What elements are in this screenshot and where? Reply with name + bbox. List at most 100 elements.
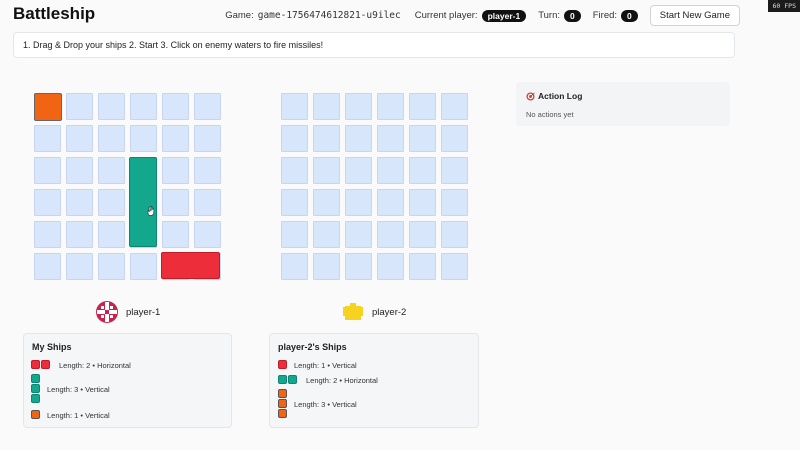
my-ship-2-label: Length: 3 • Vertical (47, 385, 110, 394)
enemy-board-cell-4-0[interactable] (281, 221, 308, 248)
enemy-board-cell-1-2[interactable] (345, 125, 372, 152)
enemy-board-cell-4-5[interactable] (441, 221, 468, 248)
enemy-board-cell-5-0[interactable] (281, 253, 308, 280)
enemy-board-cell-2-5[interactable] (441, 157, 468, 184)
player-board-cell-2-0[interactable] (34, 157, 61, 184)
enemy-board-cell-3-0[interactable] (281, 189, 308, 216)
player-board-cell-1-1[interactable] (66, 125, 93, 152)
enemy-board-cell-4-1[interactable] (313, 221, 340, 248)
player-board-cell-4-2[interactable] (98, 221, 125, 248)
enemy-board-cell-2-0[interactable] (281, 157, 308, 184)
enemy-board-cell-3-2[interactable] (345, 189, 372, 216)
app-title: Battleship (13, 4, 96, 23)
my-ship-1-label: Length: 2 • Horizontal (59, 361, 131, 370)
enemy-ship-3-label: Length: 3 • Vertical (294, 400, 357, 409)
enemy-board-cell-3-1[interactable] (313, 189, 340, 216)
game-label: Game: (225, 10, 254, 21)
action-log-title: Action Log (526, 91, 720, 101)
enemy-board-cell-5-3[interactable] (377, 253, 404, 280)
turn-badge: 0 (564, 9, 581, 22)
enemy-ships-title: player-2's Ships (278, 342, 347, 352)
start-new-game-button[interactable]: Start New Game (649, 5, 740, 26)
placed-ship-length-1[interactable] (34, 93, 62, 121)
my-ship-3-label: Length: 1 • Vertical (47, 411, 110, 420)
player-board-cell-0-4[interactable] (162, 93, 189, 120)
enemy-board-cell-1-4[interactable] (409, 125, 436, 152)
my-ships-title: My Ships (32, 342, 72, 352)
player-board-cell-1-5[interactable] (194, 125, 221, 152)
player-board-cell-5-2[interactable] (98, 253, 125, 280)
player-board-cell-5-0[interactable] (34, 253, 61, 280)
enemy-board-cell-3-3[interactable] (377, 189, 404, 216)
player-board-cell-3-1[interactable] (66, 189, 93, 216)
player-board-cell-2-2[interactable] (98, 157, 125, 184)
my-ships-panel: My Ships Length: 2 • Horizontal Length: … (23, 333, 232, 428)
target-icon (526, 91, 535, 101)
enemy-board-cell-0-0[interactable] (281, 93, 308, 120)
player-board-cell-1-0[interactable] (34, 125, 61, 152)
enemy-board-cell-1-3[interactable] (377, 125, 404, 152)
player-board-cell-0-1[interactable] (66, 93, 93, 120)
game-id: game-1756474612821-u9ilec (257, 10, 401, 21)
grab-hand-icon (147, 206, 155, 219)
player-board-cell-0-2[interactable] (98, 93, 125, 120)
enemy-board-cell-1-5[interactable] (441, 125, 468, 152)
player-board-cell-4-5[interactable] (194, 221, 221, 248)
player-board-cell-4-1[interactable] (66, 221, 93, 248)
enemy-board-cell-1-0[interactable] (281, 125, 308, 152)
player-board-cell-5-3[interactable] (130, 253, 157, 280)
enemy-board-cell-0-5[interactable] (441, 93, 468, 120)
player-1-label: player-1 (95, 300, 160, 324)
fps-counter: 60 FPS (767, 0, 800, 12)
game-meta: Game: game-1756474612821-u9ilec Current … (225, 5, 740, 26)
enemy-board-cell-1-1[interactable] (313, 125, 340, 152)
player-board-cell-3-2[interactable] (98, 189, 125, 216)
player-board-cell-1-4[interactable] (162, 125, 189, 152)
enemy-ship-2-label: Length: 2 • Horizontal (306, 376, 378, 385)
enemy-board-cell-0-1[interactable] (313, 93, 340, 120)
enemy-board-cell-4-3[interactable] (377, 221, 404, 248)
fired-label: Fired: (592, 10, 618, 21)
enemy-board-cell-5-2[interactable] (345, 253, 372, 280)
player-board-cell-4-0[interactable] (34, 221, 61, 248)
player-board-cell-1-3[interactable] (130, 125, 157, 152)
enemy-board-cell-0-4[interactable] (409, 93, 436, 120)
enemy-board-cell-3-4[interactable] (409, 189, 436, 216)
player-board-cell-3-0[interactable] (34, 189, 61, 216)
header: Battleship Game: game-1756474612821-u9il… (0, 0, 800, 26)
pixel-cross-avatar-icon (96, 301, 118, 323)
enemy-board-cell-2-4[interactable] (409, 157, 436, 184)
enemy-board-cell-4-4[interactable] (409, 221, 436, 248)
enemy-board[interactable] (281, 93, 468, 280)
player-board-cell-0-5[interactable] (194, 93, 221, 120)
enemy-board-cell-0-3[interactable] (377, 93, 404, 120)
player-board-cell-2-1[interactable] (66, 157, 93, 184)
action-log-panel: Action Log No actions yet (516, 82, 730, 126)
enemy-board-cell-2-1[interactable] (313, 157, 340, 184)
action-log-empty: No actions yet (526, 110, 574, 119)
current-player-badge: player-1 (481, 9, 527, 22)
player-board-cell-3-4[interactable] (162, 189, 189, 216)
player-board-cell-3-5[interactable] (194, 189, 221, 216)
enemy-board-cell-4-2[interactable] (345, 221, 372, 248)
enemy-board-cell-2-2[interactable] (345, 157, 372, 184)
enemy-board-cell-5-4[interactable] (409, 253, 436, 280)
enemy-board-cell-5-1[interactable] (313, 253, 340, 280)
player-2-label: player-2 (341, 300, 406, 324)
enemy-board-cell-0-2[interactable] (345, 93, 372, 120)
enemy-board-cell-2-3[interactable] (377, 157, 404, 184)
player-board-cell-0-3[interactable] (130, 93, 157, 120)
enemy-ships-panel: player-2's Ships Length: 1 • Vertical Le… (269, 333, 479, 428)
player-board-cell-2-5[interactable] (194, 157, 221, 184)
player-board-cell-5-1[interactable] (66, 253, 93, 280)
instructions-bar: 1. Drag & Drop your ships 2. Start 3. Cl… (13, 32, 735, 58)
enemy-board-cell-3-5[interactable] (441, 189, 468, 216)
player-2-name: player-2 (372, 306, 407, 318)
placed-ship-length-2[interactable] (161, 252, 220, 279)
current-player-label: Current player: (414, 10, 478, 21)
enemy-board-cell-5-5[interactable] (441, 253, 468, 280)
player-board-cell-4-4[interactable] (162, 221, 189, 248)
placed-ship-length-3[interactable] (129, 157, 157, 247)
player-board-cell-2-4[interactable] (162, 157, 189, 184)
player-board-cell-1-2[interactable] (98, 125, 125, 152)
